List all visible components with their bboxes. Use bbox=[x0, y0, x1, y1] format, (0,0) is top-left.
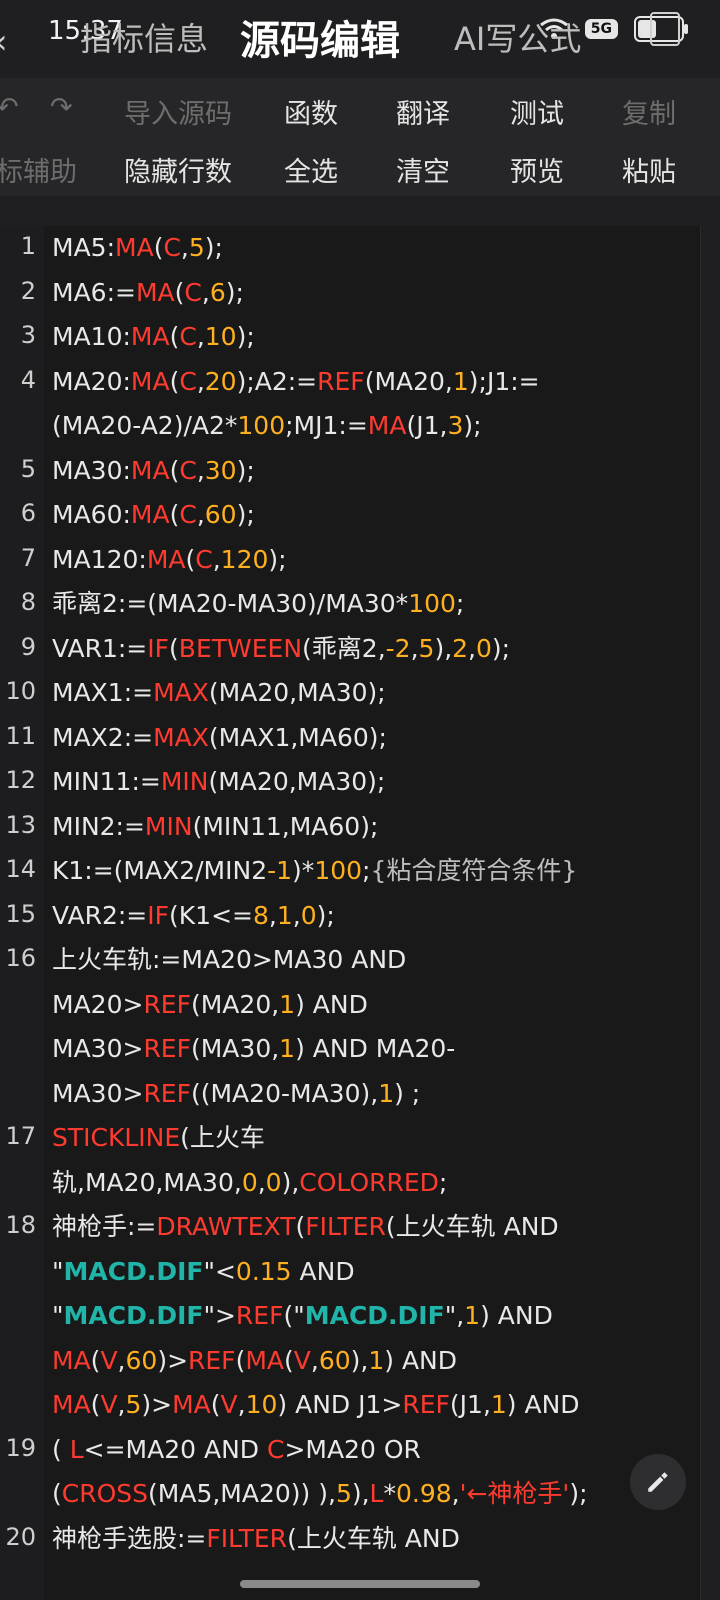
test-button[interactable]: 测试 bbox=[510, 92, 564, 131]
code-line: 8 乖离2:=(MA20-MA30)/MA30*100; bbox=[20, 588, 465, 618]
paste-button[interactable]: 粘贴 bbox=[622, 150, 676, 189]
code-line: 2 MA6:=MA(C,6); bbox=[20, 276, 244, 307]
undo-icon[interactable]: ↶ bbox=[0, 92, 19, 123]
floating-edit-button[interactable] bbox=[630, 1454, 686, 1510]
code-line: 12 MIN11:=MIN(MA20,MA30); bbox=[5, 766, 386, 796]
code-line: 16 上火车轨:=MA20>MA30 AND MA20>REF(MA20,1) … bbox=[5, 944, 456, 1108]
code-editor[interactable]: 1 MA5:MA(C,5); 2 MA6:=MA(C,6); 3 MA10:MA… bbox=[0, 226, 701, 1600]
functions-button[interactable]: 函数 bbox=[284, 92, 338, 131]
code-line: 4 MA20:MA(C,20);A2:=REF(MA20,1);J1:= (MA… bbox=[20, 365, 540, 441]
code-line: 1 MA5:MA(C,5); bbox=[20, 232, 223, 262]
tab-indicator-info[interactable]: 指标信息 bbox=[80, 14, 208, 60]
toolbar-row-2: 标辅助 隐藏行数 全选 清空 预览 粘贴 bbox=[0, 136, 720, 196]
code-line: 17 STICKLINE(上火车 轨,MA20,MA30,0,0),COLORR… bbox=[5, 1122, 448, 1197]
code-line: 14 K1:=(MAX2/MIN2-1)*100;{粘合度符合条件} bbox=[5, 855, 578, 885]
toolbar-row-1: ↶ ↷ 导入源码 函数 翻译 测试 复制 bbox=[0, 78, 720, 138]
select-all-button[interactable]: 全选 bbox=[284, 150, 338, 189]
code-line: 3 MA10:MA(C,10); bbox=[20, 321, 255, 351]
code-line: 11 MAX2:=MAX(MAX1,MA60); bbox=[5, 721, 387, 752]
code-line: 20 神枪手选股:=FILTER(上火车轨 AND bbox=[5, 1522, 460, 1553]
code-line: 15 VAR2:=IF(K1<=8,1,0); bbox=[5, 899, 335, 930]
code-line: 10 MAX1:=MAX(MA20,MA30); bbox=[5, 677, 386, 707]
code-line: 7 MA120:MA(C,120); bbox=[20, 543, 287, 574]
tab-ai-formula[interactable]: AI写公式 bbox=[454, 14, 581, 60]
pen-icon bbox=[648, 1472, 668, 1492]
preview-button[interactable]: 预览 bbox=[510, 150, 564, 189]
code-line: 18 神枪手:=DRAWTEXT(FILTER(上火车轨 AND "MACD.D… bbox=[5, 1211, 580, 1419]
import-source-button[interactable]: 导入源码 bbox=[124, 92, 232, 131]
translate-button[interactable]: 翻译 bbox=[396, 92, 450, 131]
code-line: 5 MA30:MA(C,30); bbox=[20, 454, 255, 485]
code-line: 13 MIN2:=MIN(MIN11,MA60); bbox=[5, 810, 379, 841]
code-lines: 1 MA5:MA(C,5); 2 MA6:=MA(C,6); 3 MA10:MA… bbox=[0, 226, 700, 1561]
code-line: 9 VAR1:=IF(BETWEEN(乖离2,-2,5),2,0); bbox=[20, 632, 511, 663]
clear-button[interactable]: 清空 bbox=[396, 150, 450, 189]
redo-icon[interactable]: ↷ bbox=[50, 92, 73, 123]
assist-button[interactable]: 标辅助 bbox=[0, 150, 77, 189]
back-icon[interactable]: ‹ bbox=[0, 22, 8, 62]
tab-bar: ‹ 指标信息 源码编辑 AI写公式 bbox=[0, 0, 720, 80]
copy-button[interactable]: 复制 bbox=[622, 92, 676, 131]
new-document-icon[interactable] bbox=[650, 12, 680, 46]
code-line: 19 ( L<=MA20 AND C>MA20 OR (CROSS(MA5,MA… bbox=[5, 1433, 588, 1509]
home-indicator bbox=[240, 1580, 480, 1588]
tab-source-edit[interactable]: 源码编辑 bbox=[240, 8, 400, 66]
hide-line-numbers-button[interactable]: 隐藏行数 bbox=[124, 150, 232, 189]
code-line: 6 MA60:MA(C,60); bbox=[20, 499, 255, 529]
